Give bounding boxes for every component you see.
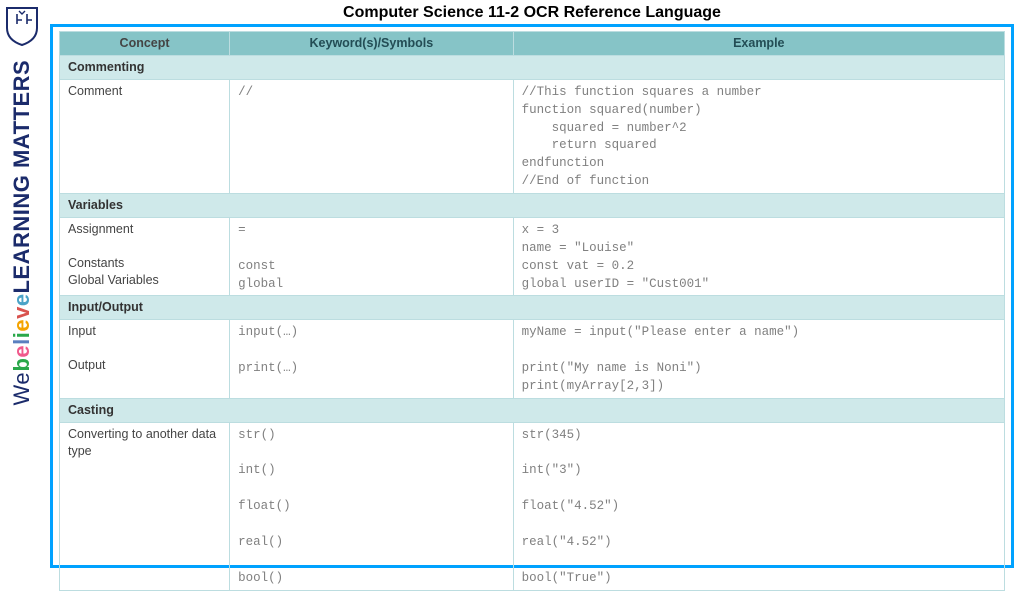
col-header-symbols: Keyword(s)/Symbols [230,32,514,56]
main-area: Computer Science 11-2 OCR Reference Lang… [44,0,1024,576]
tagline-we: We [9,372,35,406]
section-row: Casting [60,398,1005,422]
left-rail: We believe LEARNING MATTERS [0,0,44,576]
school-shield-icon [5,6,39,46]
cell-symbols: // [230,79,514,193]
table-row: Assignment Constants Global Variables = … [60,217,1005,296]
tagline-believe: believe [9,294,35,372]
cell-concept: Comment [60,79,230,193]
table-row: Converting to another data type str() in… [60,422,1005,590]
cell-concept: Assignment Constants Global Variables [60,217,230,296]
cell-concept: Converting to another data type [60,422,230,590]
cell-example: //This function squares a number functio… [513,79,1004,193]
section-row: Variables [60,194,1005,218]
col-header-example: Example [513,32,1004,56]
cell-example: x = 3 name = "Louise" const vat = 0.2 gl… [513,217,1004,296]
tagline-learning-matters: LEARNING MATTERS [9,60,35,294]
section-name: Input/Output [60,296,1005,320]
cell-example: str(345) int("3") float("4.52") real("4.… [513,422,1004,590]
content-frame: Concept Keyword(s)/Symbols Example Comme… [50,24,1014,568]
cell-symbols: = const global [230,217,514,296]
section-name: Commenting [60,55,1005,79]
section-row: Input/Output [60,296,1005,320]
section-row: Commenting [60,55,1005,79]
cell-symbols: str() int() float() real() bool() [230,422,514,590]
page-title: Computer Science 11-2 OCR Reference Lang… [50,4,1014,22]
section-name: Casting [60,398,1005,422]
section-name: Variables [60,194,1005,218]
tagline: We believe LEARNING MATTERS [9,60,35,406]
reference-table: Concept Keyword(s)/Symbols Example Comme… [59,31,1005,591]
table-row: Comment // //This function squares a num… [60,79,1005,193]
table-header-row: Concept Keyword(s)/Symbols Example [60,32,1005,56]
col-header-concept: Concept [60,32,230,56]
table-row: Input Output input(…) print(…) myName = … [60,320,1005,399]
cell-concept: Input Output [60,320,230,399]
cell-symbols: input(…) print(…) [230,320,514,399]
cell-example: myName = input("Please enter a name") pr… [513,320,1004,399]
